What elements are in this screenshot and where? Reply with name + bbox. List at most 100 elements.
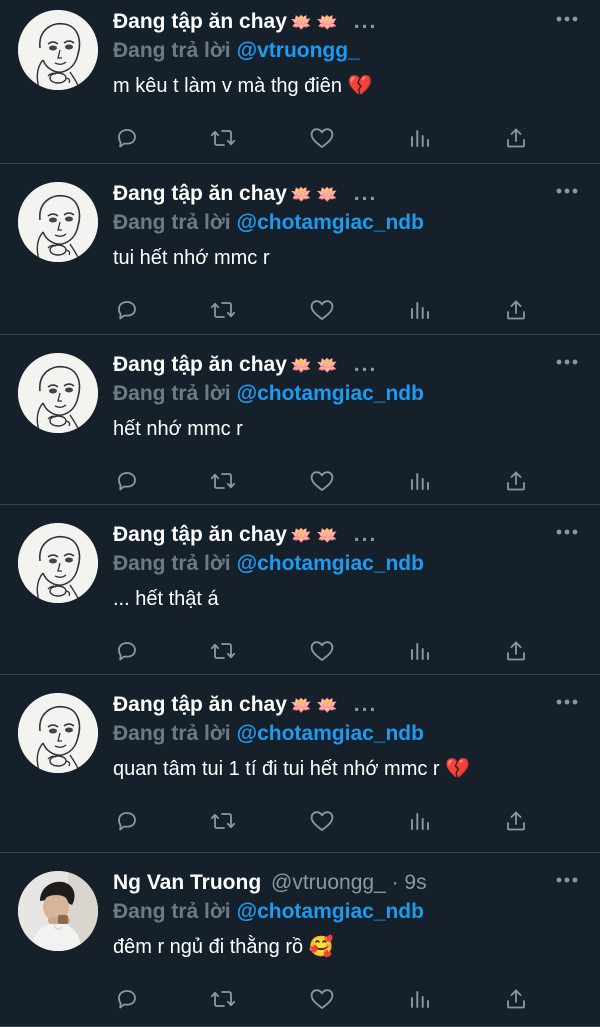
- tweet[interactable]: Đang tập ăn chay 🪷 🪷 ... Đang trả lời @vtr…: [0, 0, 600, 164]
- tweet-text: đêm r ngủ đi thằng rồ 🥰: [113, 936, 334, 958]
- more-options-icon[interactable]: [556, 359, 578, 369]
- like-button[interactable]: [308, 637, 336, 665]
- share-icon: [504, 809, 528, 833]
- like-button[interactable]: [308, 807, 336, 835]
- name-overflow-ellipsis: ...: [353, 523, 378, 546]
- avatar[interactable]: [18, 523, 98, 603]
- avatar[interactable]: [18, 10, 98, 90]
- retweet-button[interactable]: [209, 467, 237, 495]
- share-button[interactable]: [502, 637, 530, 665]
- replying-to: Đang trả lời @chotamgiac_ndb: [113, 720, 424, 748]
- more-options-icon[interactable]: [556, 188, 578, 198]
- like-icon: [309, 987, 335, 1011]
- tweet-feed: Đang tập ăn chay 🪷 🪷 ... Đang trả lời @vtr…: [0, 0, 600, 1027]
- like-button[interactable]: [308, 296, 336, 324]
- replying-to-label: Đang trả lời: [113, 552, 231, 575]
- display-name[interactable]: Đang tập ăn chay: [113, 523, 287, 546]
- like-icon: [309, 809, 335, 833]
- avatar[interactable]: [18, 871, 98, 951]
- share-button[interactable]: [502, 985, 530, 1013]
- name-overflow-ellipsis: ...: [353, 10, 378, 33]
- retweet-button[interactable]: [209, 985, 237, 1013]
- more-options-icon[interactable]: [556, 699, 578, 709]
- share-button[interactable]: [502, 124, 530, 152]
- like-button[interactable]: [308, 467, 336, 495]
- share-icon: [504, 469, 528, 493]
- reply-button[interactable]: [113, 807, 141, 835]
- reply-to-mention[interactable]: @chotamgiac_ndb: [237, 900, 424, 923]
- reply-button[interactable]: [113, 637, 141, 665]
- like-button[interactable]: [308, 985, 336, 1013]
- name-overflow-ellipsis: ...: [353, 353, 378, 376]
- reply-to-mention[interactable]: @chotamgiac_ndb: [237, 722, 424, 745]
- tweet-actions: [113, 124, 543, 152]
- views-button[interactable]: [406, 807, 434, 835]
- replying-to: Đang trả lời @chotamgiac_ndb: [113, 898, 424, 926]
- reply-to-mention[interactable]: @chotamgiac_ndb: [237, 552, 424, 575]
- views-button[interactable]: [406, 467, 434, 495]
- views-button[interactable]: [406, 637, 434, 665]
- replying-to-label: Đang trả lời: [113, 722, 231, 745]
- retweet-button[interactable]: [209, 296, 237, 324]
- more-options-icon[interactable]: [556, 16, 578, 26]
- reply-icon: [115, 809, 139, 833]
- handle-and-time[interactable]: @vtruongg_ · 9s: [271, 871, 427, 894]
- retweet-icon: [210, 298, 236, 322]
- retweet-button[interactable]: [209, 124, 237, 152]
- reply-button[interactable]: [113, 467, 141, 495]
- tweet-text: tui hết nhớ mmc r: [113, 247, 270, 269]
- reply-button[interactable]: [113, 296, 141, 324]
- share-icon: [504, 987, 528, 1011]
- tweet[interactable]: Đang tập ăn chay 🪷 🪷 ... Đang trả lời @cho…: [0, 505, 600, 675]
- name-overflow-ellipsis: ...: [353, 693, 378, 716]
- like-icon: [309, 298, 335, 322]
- reply-to-mention[interactable]: @chotamgiac_ndb: [237, 211, 424, 234]
- display-name[interactable]: Ng Van Truong: [113, 871, 261, 894]
- reply-icon: [115, 987, 139, 1011]
- retweet-icon: [210, 987, 236, 1011]
- like-icon: [309, 126, 335, 150]
- views-button[interactable]: [406, 985, 434, 1013]
- tweet-actions: [113, 807, 543, 835]
- reply-to-mention[interactable]: @chotamgiac_ndb: [237, 382, 424, 405]
- share-icon: [504, 298, 528, 322]
- display-name[interactable]: Đang tập ăn chay: [113, 182, 287, 205]
- like-button[interactable]: [308, 124, 336, 152]
- tweet[interactable]: Đang tập ăn chay 🪷 🪷 ... Đang trả lời @cho…: [0, 675, 600, 853]
- display-name[interactable]: Đang tập ăn chay: [113, 693, 287, 716]
- tweet-header: Ng Van Truong @vtruongg_ · 9s: [113, 868, 540, 898]
- share-button[interactable]: [502, 467, 530, 495]
- reply-to-mention[interactable]: @vtruongg_: [237, 39, 360, 62]
- display-name[interactable]: Đang tập ăn chay: [113, 353, 287, 376]
- retweet-icon: [210, 469, 236, 493]
- views-icon: [408, 987, 432, 1011]
- tweet-header: Đang tập ăn chay 🪷 🪷 ...: [113, 7, 540, 37]
- display-name[interactable]: Đang tập ăn chay: [113, 10, 287, 33]
- reply-icon: [115, 126, 139, 150]
- views-button[interactable]: [406, 124, 434, 152]
- retweet-icon: [210, 126, 236, 150]
- share-icon: [504, 126, 528, 150]
- tweet[interactable]: Đang tập ăn chay 🪷 🪷 ... Đang trả lời @cho…: [0, 335, 600, 505]
- tweet-header: Đang tập ăn chay 🪷 🪷 ...: [113, 520, 540, 550]
- retweet-icon: [210, 639, 236, 663]
- tweet-text: hết nhớ mmc r: [113, 418, 243, 440]
- tweet[interactable]: Đang tập ăn chay 🪷 🪷 ... Đang trả lời @cho…: [0, 164, 600, 335]
- avatar[interactable]: [18, 182, 98, 262]
- more-options-icon[interactable]: [556, 529, 578, 539]
- reply-button[interactable]: [113, 124, 141, 152]
- share-icon: [504, 639, 528, 663]
- replying-to-label: Đang trả lời: [113, 39, 231, 62]
- retweet-button[interactable]: [209, 637, 237, 665]
- views-button[interactable]: [406, 296, 434, 324]
- more-options-icon[interactable]: [556, 877, 578, 887]
- share-button[interactable]: [502, 807, 530, 835]
- replying-to-label: Đang trả lời: [113, 211, 231, 234]
- reply-button[interactable]: [113, 985, 141, 1013]
- tweet-text: ... hết thật á: [113, 588, 219, 610]
- avatar[interactable]: [18, 353, 98, 433]
- share-button[interactable]: [502, 296, 530, 324]
- avatar[interactable]: [18, 693, 98, 773]
- retweet-button[interactable]: [209, 807, 237, 835]
- tweet[interactable]: Ng Van Truong @vtruongg_ · 9s Đang trả l…: [0, 853, 600, 1027]
